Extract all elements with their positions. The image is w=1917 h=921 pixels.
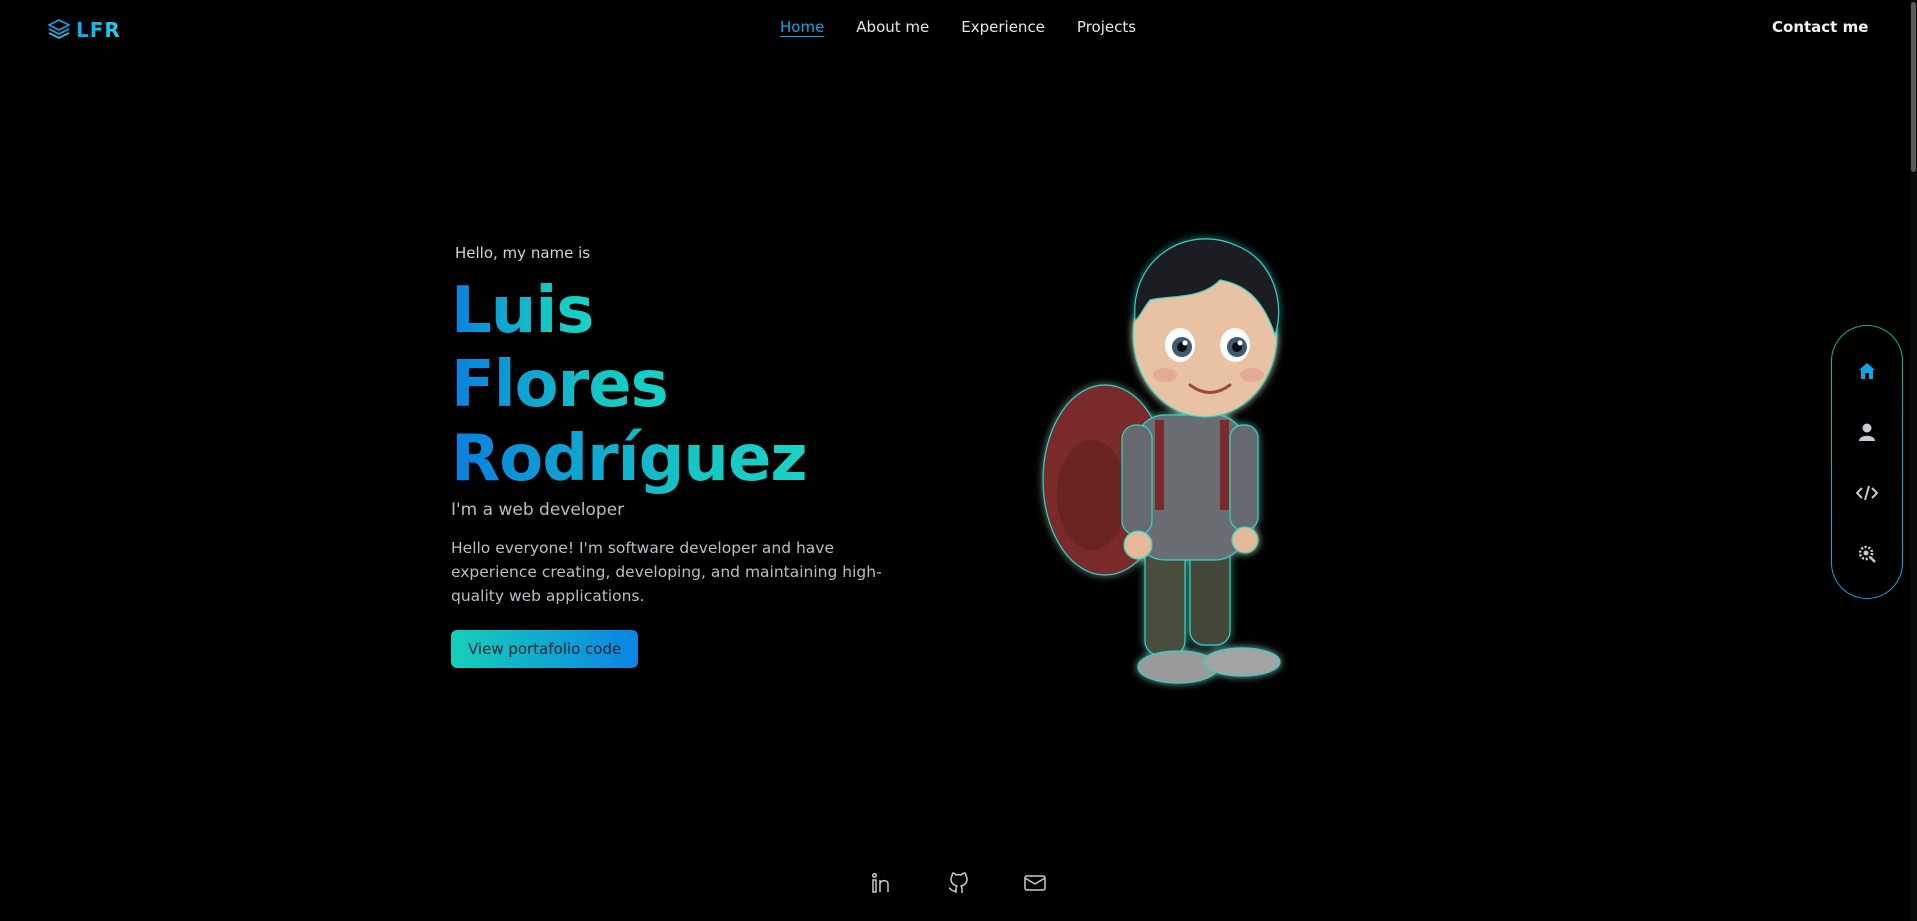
email-link[interactable]: [1022, 870, 1048, 896]
avatar-illustration: [1042, 238, 1281, 684]
site-header: LFR Home About me Experience Projects Co…: [0, 0, 1917, 60]
main-nav: Home About me Experience Projects: [780, 18, 1136, 36]
mail-icon: [1024, 875, 1046, 891]
dock-about[interactable]: [1849, 414, 1885, 450]
name-line-first: Luis: [451, 274, 594, 348]
nav-experience[interactable]: Experience: [961, 18, 1045, 36]
name-line-middle: Flores: [451, 348, 669, 422]
code-icon: [1856, 485, 1878, 500]
nav-projects[interactable]: Projects: [1077, 18, 1136, 36]
name-line-last: Rodríguez: [451, 422, 808, 496]
logo-cube-icon: [47, 19, 71, 39]
hero-section: Hello, my name is Luis Flores Rodríguez …: [451, 244, 911, 668]
role-text: I'm a web developer: [451, 500, 625, 520]
user-icon: [1859, 423, 1875, 441]
intro-paragraph: Hello everyone! I'm software developer a…: [451, 539, 882, 605]
settings-search-icon: [1858, 545, 1876, 563]
dock-projects[interactable]: [1849, 536, 1885, 572]
social-links: [870, 870, 1048, 896]
hero-name: Luis Flores Rodríguez: [451, 274, 911, 496]
greeting-text: Hello, my name is: [455, 244, 591, 262]
home-icon: [1859, 362, 1875, 379]
side-dock: [1831, 325, 1903, 599]
github-icon: [948, 872, 968, 893]
dock-code[interactable]: [1849, 475, 1885, 511]
github-link[interactable]: [946, 870, 972, 896]
nav-about[interactable]: About me: [856, 18, 929, 36]
linkedin-icon: [871, 872, 889, 893]
scrollbar-thumb[interactable]: [1911, 2, 1916, 172]
linkedin-link[interactable]: [870, 870, 896, 896]
logo[interactable]: LFR: [46, 17, 121, 43]
view-portfolio-button[interactable]: View portafolio code: [451, 630, 639, 668]
nav-home[interactable]: Home: [780, 18, 824, 36]
contact-link[interactable]: Contact me: [1772, 18, 1868, 36]
dock-home[interactable]: [1849, 353, 1885, 389]
logo-text: LFR: [76, 18, 121, 42]
